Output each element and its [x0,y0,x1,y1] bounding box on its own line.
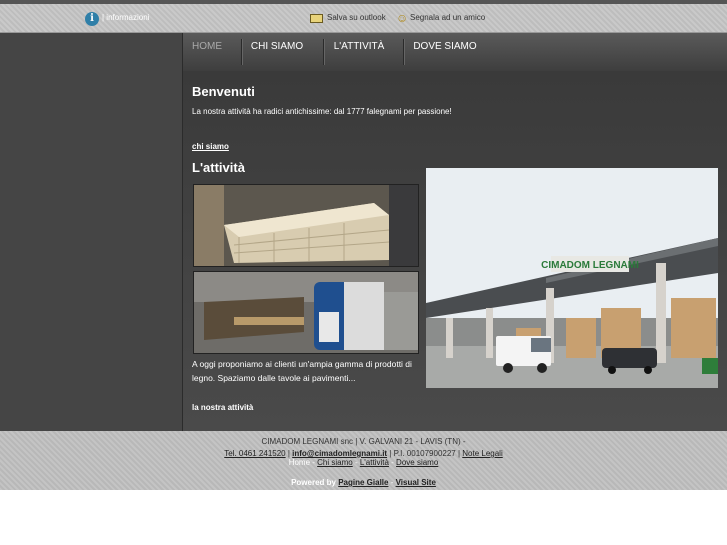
info-icon[interactable]: i [85,12,99,26]
footer-contacts: Tel. 0461 241520 | info@cimadomlegnami.i… [0,449,727,458]
footer-email-link[interactable]: info@cimadomlegnami.it [292,449,387,458]
footer-link-chi-siamo[interactable]: Chi siamo [317,458,353,467]
activity-link[interactable]: la nostra attività [192,403,253,412]
nav-dove-siamo[interactable]: DOVE SIAMO [411,33,479,71]
save-outlook-link[interactable]: Salva su outlook [327,13,386,22]
footer-company: CIMADOM LEGNAMI snc | V. GALVANI 21 - LA… [261,437,466,446]
warehouse-sign: CIMADOM LEGNAMI [541,260,639,271]
footer-link-sep: - [388,458,397,467]
nav-separator [241,39,243,65]
footer-link-dove-siamo[interactable]: Dove siamo [396,458,438,467]
lumber-stack-photo [193,184,419,267]
footer-piva: | P.I. 00107900227 | [387,449,463,458]
footer-tel-link[interactable]: Tel. 0461 241520 [224,449,285,458]
footer-legal-link[interactable]: Note Legali [462,449,502,458]
nav-separator [323,39,325,65]
powered-sep: - [388,478,396,487]
chi-siamo-link[interactable]: chi siamo [192,142,229,151]
top-bar: i | informazioni Salva su outlook ☺ Segn… [0,4,727,33]
activity-heading: L'attività [192,160,245,175]
info-link[interactable]: | informazioni [102,13,149,22]
tell-friend-link[interactable]: Segnala ad un amico [410,13,485,22]
person-icon[interactable]: ☺ [396,11,408,25]
nav-chi-siamo[interactable]: CHI SIAMO [249,33,305,71]
outlook-card-icon[interactable] [310,14,323,23]
footer-nav: Home - Chi siamo - L'attività - Dove sia… [0,458,727,467]
main-nav: HOME CHI SIAMO L'ATTIVITÀ DOVE SIAMO [183,33,727,71]
nav-attivita[interactable]: L'ATTIVITÀ [331,33,387,71]
sawmill-machine-photo [193,271,419,354]
pagine-gialle-link[interactable]: Pagine Gialle [338,478,388,487]
footer-link-home[interactable]: Home [289,458,310,467]
nav-separator [403,39,405,65]
nav-home[interactable]: HOME [189,33,225,71]
visual-site-link[interactable]: Visual Site [396,478,436,487]
welcome-heading: Benvenuti [192,84,255,99]
footer-link-attivita[interactable]: L'attività [360,458,389,467]
powered-by-label: Powered by [291,478,336,487]
warehouse-photo: CIMADOM LEGNAMI [426,168,718,388]
welcome-text: La nostra attività ha radici antichissim… [192,107,452,116]
footer: CIMADOM LEGNAMI snc | V. GALVANI 21 - LA… [0,431,727,490]
footer-powered: Powered by Pagine Gialle - Visual Site [0,478,727,487]
activity-text: A oggi proponiamo ai clienti un'ampia ga… [192,359,412,383]
left-column [0,33,183,431]
footer-link-sep: - [352,458,360,467]
